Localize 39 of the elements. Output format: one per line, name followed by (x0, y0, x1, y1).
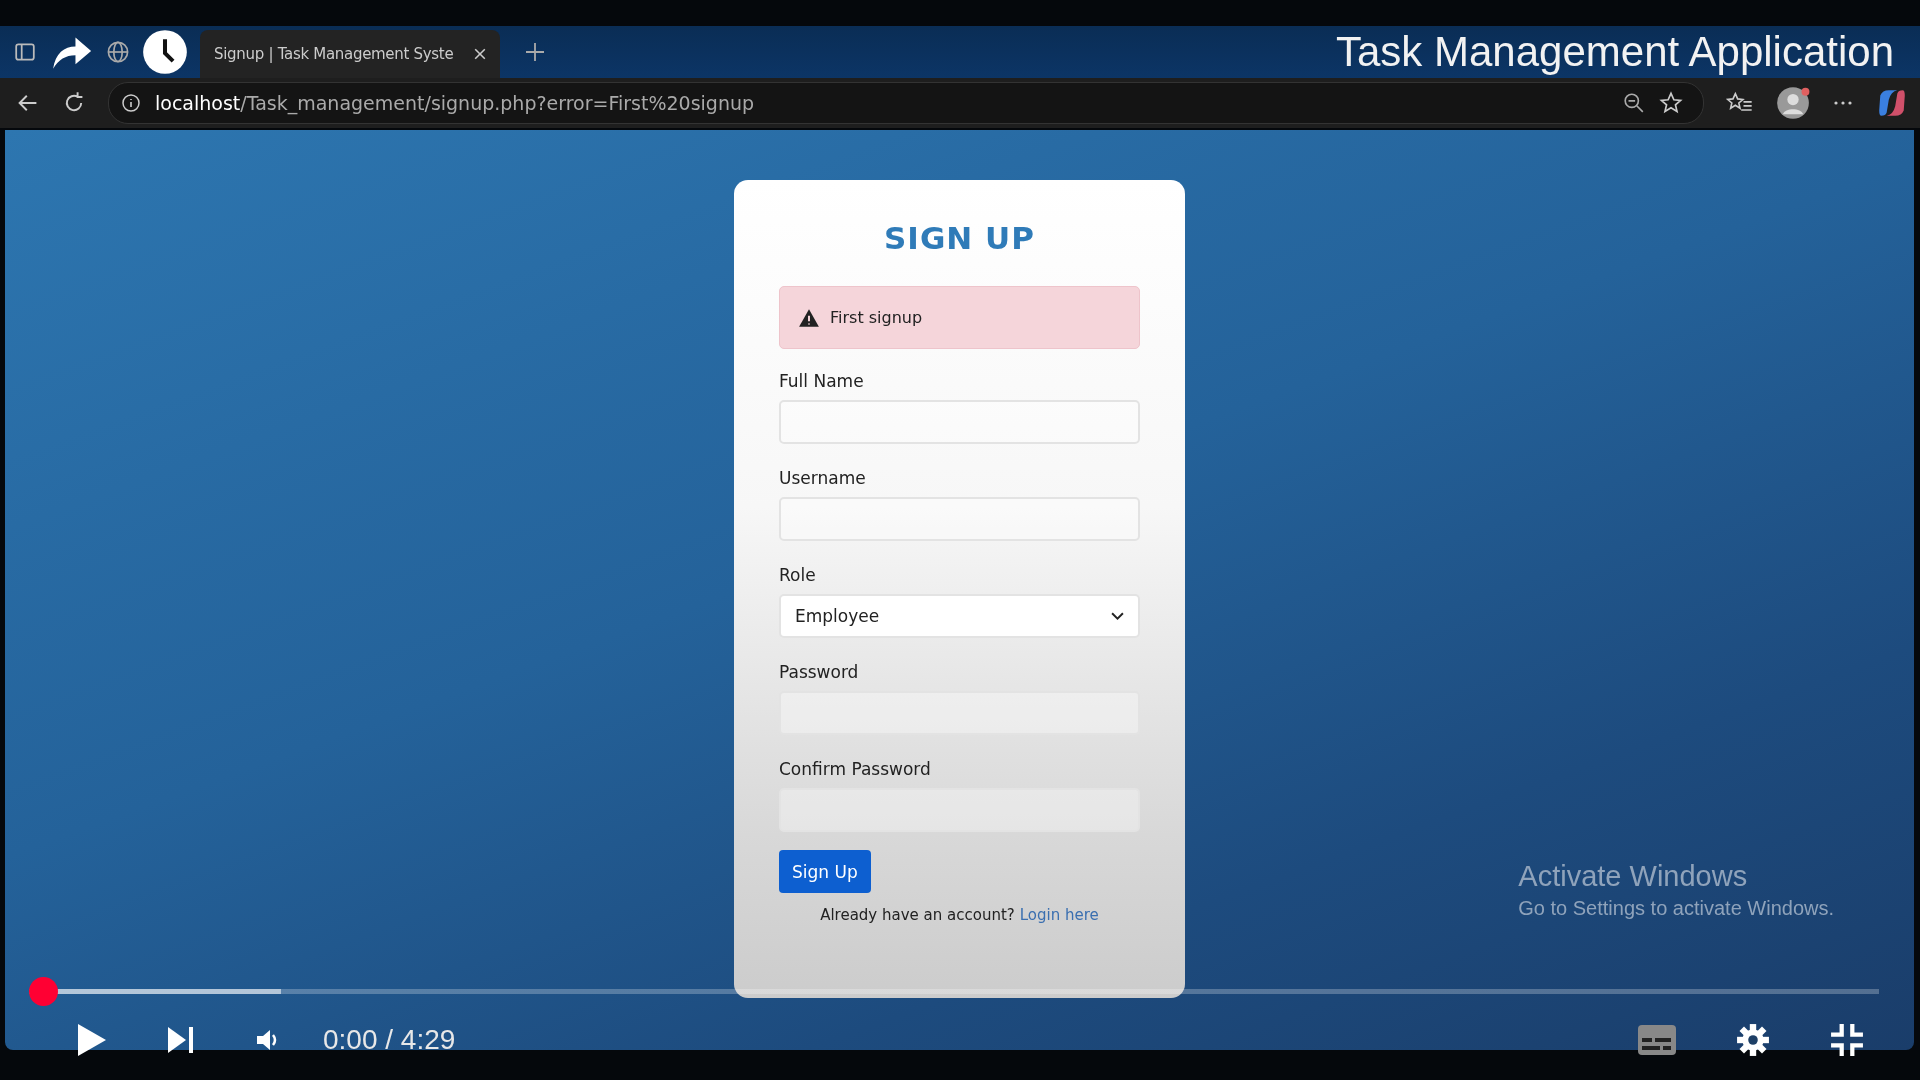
notice-title: Activate Windows (1518, 860, 1749, 893)
role-select[interactable]: Employee (779, 594, 1140, 638)
sidebar-icon[interactable] (14, 41, 36, 63)
profile-icon[interactable] (1776, 86, 1810, 120)
footer-text: Already have an account? (820, 906, 1015, 924)
video-title: Task Management Application (1336, 28, 1894, 76)
field-label: Confirm Password (779, 759, 931, 779)
login-link[interactable]: Login here (1019, 906, 1099, 924)
alert-text: First signup (830, 308, 923, 327)
tab-title: Signup | Task Management Syste (214, 45, 455, 63)
close-icon[interactable] (474, 48, 486, 60)
more-icon[interactable] (1832, 100, 1854, 106)
clock-icon[interactable] (142, 29, 188, 75)
input-field[interactable] (779, 400, 1140, 444)
captions-icon[interactable] (1638, 1025, 1676, 1055)
exit-fullscreen-icon[interactable] (1830, 1023, 1864, 1057)
address-field[interactable]: localhost/Task_management/signup.php?error=First%20signup (108, 82, 1704, 124)
sign-up-button[interactable]: Sign Up (779, 850, 871, 893)
star-icon[interactable] (1659, 91, 1683, 115)
info-icon (121, 93, 141, 113)
field-label: Role (779, 565, 816, 585)
address-text: localhost/Task_management/signup.php?error=First%20signup (155, 92, 755, 114)
new-tab-icon[interactable] (526, 43, 544, 61)
globe-icon[interactable] (106, 40, 130, 64)
play-icon[interactable] (77, 1023, 107, 1057)
field-label: Full Name (779, 371, 864, 391)
form-title: SIGN UP (883, 220, 1036, 256)
warning-icon (798, 307, 820, 328)
time-display: 0:00 / 4:29 (323, 1024, 456, 1056)
zoom-out-icon[interactable] (1623, 92, 1645, 114)
field-label: Username (779, 468, 866, 488)
select-value: Employee (795, 606, 880, 626)
notice-text: Go to Settings to activate Windows. (1518, 897, 1834, 920)
progress-thumb[interactable] (29, 977, 58, 1006)
field-label: Password (779, 662, 859, 682)
browser-tab[interactable]: Signup | Task Management Syste (200, 30, 500, 78)
copilot-icon[interactable] (1876, 87, 1908, 119)
skip-next-icon[interactable] (167, 1026, 195, 1054)
chevron-icon (1111, 611, 1124, 621)
